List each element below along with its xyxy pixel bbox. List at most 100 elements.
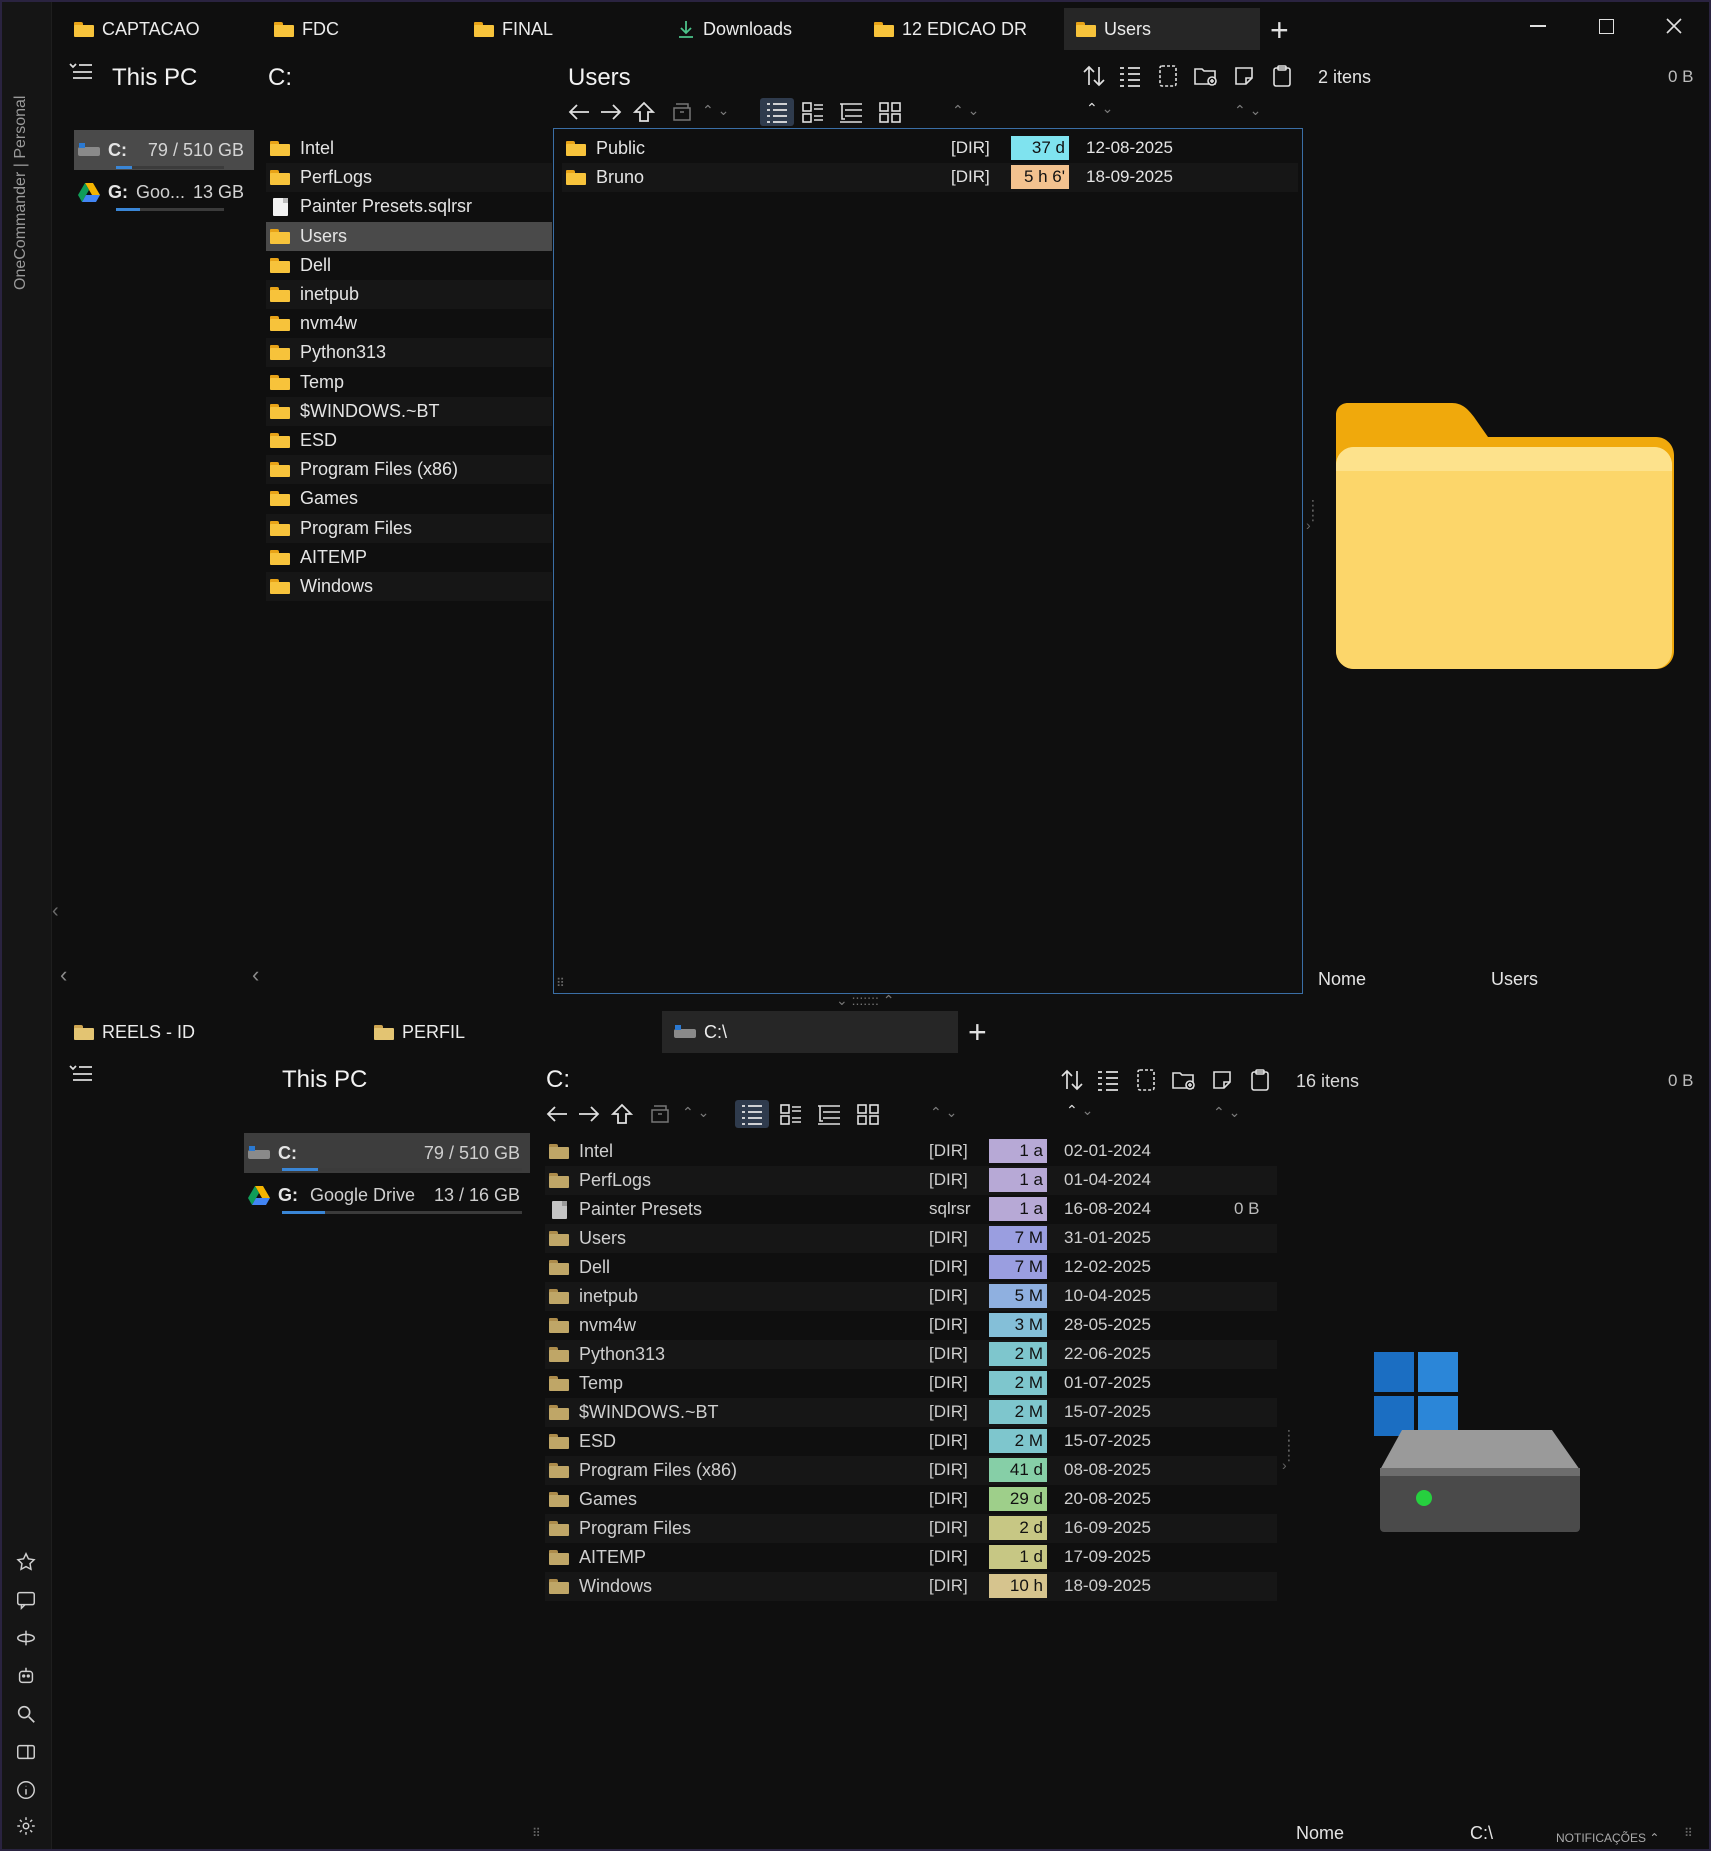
list-item[interactable]: Games [266, 484, 552, 513]
grid-view-icon[interactable] [854, 1100, 882, 1128]
up-icon[interactable] [630, 98, 658, 126]
tab-fdc[interactable]: FDC [262, 8, 351, 50]
list-item[interactable]: inetpub [266, 280, 552, 309]
sort-chevrons-icon[interactable]: ⌃ ⌄ [952, 102, 979, 119]
menu-icon[interactable] [68, 1062, 94, 1089]
table-row[interactable]: nvm4w [545, 1311, 1277, 1340]
table-row[interactable]: Painter Presets [545, 1195, 1277, 1224]
clipboard-icon[interactable] [1268, 62, 1296, 90]
scroll-left-icon[interactable]: ‹ [252, 962, 259, 988]
details-view-icon[interactable] [760, 98, 794, 126]
table-row[interactable]: $WINDOWS.~BT [545, 1398, 1277, 1427]
tab-captacao[interactable]: CAPTACAO [62, 8, 212, 50]
archive-icon[interactable] [646, 1100, 674, 1128]
table-row[interactable]: Dell [545, 1253, 1277, 1282]
tab-downloads[interactable]: Downloads [665, 8, 804, 50]
table-row[interactable]: Program Files (x86) [545, 1456, 1277, 1485]
scroll-left-icon[interactable]: ‹ [60, 962, 67, 988]
tab-reels-id[interactable]: REELS - ID [62, 1011, 207, 1053]
gear-icon[interactable] [12, 1812, 40, 1840]
new-folder-icon[interactable] [1192, 62, 1220, 90]
back-icon[interactable] [543, 1100, 571, 1128]
drive-c[interactable]: C: 79 / 510 GB [244, 1133, 530, 1173]
list-item[interactable]: AITEMP [266, 543, 552, 572]
drive-c[interactable]: C: 79 / 510 GB [74, 130, 254, 170]
new-tab-button[interactable]: + [968, 1016, 987, 1048]
select-icon[interactable] [1154, 62, 1182, 90]
drive-g[interactable]: G: Goo... 13 GB [74, 172, 254, 212]
sort-chevrons-icon[interactable]: ⌃ ⌄ [930, 1104, 957, 1121]
sort-size-chevrons-icon[interactable]: ⌃ ⌄ [1234, 102, 1261, 119]
new-note-icon[interactable] [1208, 1066, 1236, 1094]
new-tab-button[interactable]: + [1270, 14, 1289, 46]
list-item[interactable]: Program Files [266, 513, 552, 543]
forward-icon[interactable] [575, 1100, 603, 1128]
checklist-icon[interactable] [1094, 1066, 1122, 1094]
grid-view-icon[interactable] [876, 98, 904, 126]
up-icon[interactable] [608, 1100, 636, 1128]
collapse-left-icon[interactable]: ‹ [52, 900, 59, 923]
table-row[interactable]: inetpub [545, 1282, 1277, 1311]
chat-icon[interactable] [12, 1586, 40, 1614]
list-item[interactable]: nvm4w [266, 309, 552, 338]
sort-date-chevrons-icon[interactable]: ⌃ ⌄ [1066, 1102, 1093, 1119]
tree-view-icon[interactable] [815, 1100, 843, 1128]
chevron-up-icon[interactable]: ⌃ ⌄ [682, 1104, 709, 1121]
chevron-up-icon[interactable]: ⌃ ⌄ [702, 102, 729, 119]
table-row[interactable]: Python313 [545, 1340, 1277, 1369]
details-view-icon[interactable] [735, 1100, 769, 1128]
list-item[interactable]: Intel [266, 134, 552, 163]
table-row[interactable]: Games [545, 1485, 1277, 1514]
list-item[interactable]: Program Files (x86) [266, 455, 552, 485]
close-button[interactable] [1656, 8, 1692, 44]
robot-icon[interactable] [12, 1662, 40, 1690]
new-note-icon[interactable] [1230, 62, 1258, 90]
splitter-handle-icon[interactable]: ⋮ ⋮ ⋮ › [1282, 1428, 1296, 1472]
tab-12-edicao-dr[interactable]: 12 EDICAO DR [862, 8, 1039, 50]
archive-icon[interactable] [668, 98, 696, 126]
table-row[interactable]: PerfLogs [545, 1166, 1277, 1195]
maximize-button[interactable] [1588, 8, 1624, 44]
select-icon[interactable] [1132, 1066, 1160, 1094]
star-icon[interactable] [12, 1548, 40, 1576]
list-view-icon[interactable] [777, 1100, 805, 1128]
table-row[interactable]: ESD [545, 1427, 1277, 1456]
panel-icon[interactable] [12, 1738, 40, 1766]
clipboard-icon[interactable] [1246, 1066, 1274, 1094]
table-row[interactable]: Bruno [562, 163, 1298, 193]
sort-icon[interactable] [1080, 62, 1108, 90]
table-row[interactable]: Temp [545, 1369, 1277, 1398]
notifications-button[interactable]: NOTIFICAÇÕES ⌃ [1556, 1831, 1659, 1845]
tab-final[interactable]: FINAL [462, 8, 565, 50]
splitter-handle-icon[interactable]: ⋮ ⋮ › [1306, 498, 1320, 532]
table-row[interactable]: Program Files [545, 1514, 1277, 1543]
network-icon[interactable] [12, 1624, 40, 1652]
sort-date-chevrons-icon[interactable]: ⌃ ⌄ [1086, 100, 1113, 117]
table-row[interactable]: Intel [545, 1137, 1277, 1166]
list-item[interactable]: Python313 [266, 338, 552, 368]
list-item[interactable]: PerfLogs [266, 163, 552, 193]
drive-g[interactable]: G: Google Drive 13 / 16 GB [244, 1175, 530, 1215]
back-icon[interactable] [565, 98, 593, 126]
list-item[interactable]: Users [266, 221, 552, 251]
sort-icon[interactable] [1058, 1066, 1086, 1094]
minimize-button[interactable] [1520, 8, 1556, 44]
tab-c-drive[interactable]: C:\ [662, 1011, 958, 1053]
table-row[interactable]: Windows [545, 1572, 1277, 1601]
forward-icon[interactable] [597, 98, 625, 126]
resize-grip-icon[interactable]: ⠿ [532, 1826, 541, 1840]
search-icon[interactable] [12, 1700, 40, 1728]
tree-view-icon[interactable] [837, 98, 865, 126]
list-item[interactable]: ESD [266, 426, 552, 455]
table-row[interactable]: Public [562, 134, 1298, 163]
new-folder-icon[interactable] [1170, 1066, 1198, 1094]
list-view-icon[interactable] [799, 98, 827, 126]
list-item[interactable]: Windows [266, 572, 552, 601]
table-row[interactable]: AITEMP [545, 1543, 1277, 1572]
list-item[interactable]: Painter Presets.sqlrsr [266, 192, 552, 221]
tab-perfil[interactable]: PERFIL [362, 1011, 477, 1053]
menu-icon[interactable] [68, 60, 94, 87]
list-item[interactable]: Temp [266, 368, 552, 397]
checklist-icon[interactable] [1116, 62, 1144, 90]
table-row[interactable]: Users [545, 1224, 1277, 1253]
